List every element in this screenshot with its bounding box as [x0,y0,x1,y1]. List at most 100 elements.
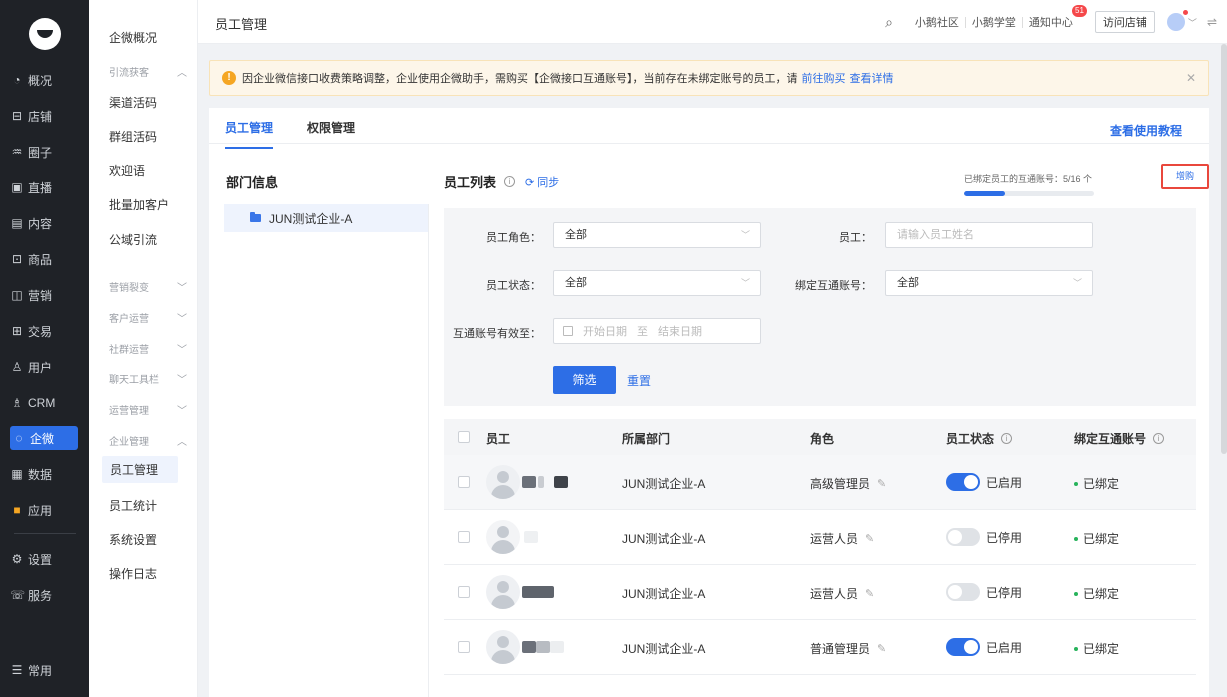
subnav-group-chat-tools[interactable]: 聊天工具栏 ﹀ [109,371,187,386]
date-range-picker[interactable]: 开始日期 至 结束日期 [553,318,761,344]
subnav-group-enterprise-mgmt[interactable]: 企业管理 ︿ [109,433,187,448]
row-checkbox[interactable] [458,641,470,653]
subnav-welcome[interactable]: 欢迎语 [109,162,145,179]
dept-node[interactable]: JUN测试企业-A [224,204,428,232]
buy-more-button[interactable]: 增购 [1161,164,1209,189]
role-text: 运营人员 [810,587,859,601]
nav-item-data[interactable]: ▦ 数据 [10,462,78,486]
status-select[interactable]: 全部 ﹀ [553,270,761,296]
nav-item-store[interactable]: ⊟ 店铺 [10,104,78,128]
edit-icon[interactable]: ✎ [877,642,886,655]
subnav-group-community-ops[interactable]: 社群运营 ﹀ [109,341,187,356]
dept-cell: JUN测试企业-A [622,532,706,546]
subnav-group-traffic[interactable]: 引流获客 ︿ [109,64,187,79]
page-scrollbar[interactable] [1221,44,1227,454]
nav-item-content[interactable]: ▤ 内容 [10,211,78,235]
menu-icon: ☰ [11,663,23,677]
help-tutorial-link[interactable]: 查看使用教程 [1110,122,1182,139]
reset-button[interactable]: 重置 [627,372,651,389]
status-toggle[interactable] [946,473,980,491]
row-checkbox[interactable] [458,586,470,598]
status-toggle[interactable] [946,528,980,546]
nav-item-user[interactable]: ♙ 用户 [10,355,78,379]
subnav-group-code[interactable]: 群组活码 [109,128,157,145]
row-checkbox[interactable] [458,476,470,488]
filter-button[interactable]: 筛选 [553,366,616,394]
edit-icon[interactable]: ✎ [877,477,886,490]
search-icon[interactable]: ⌕ [885,14,893,31]
subnav-group-fission[interactable]: 营销裂变 ﹀ [109,279,187,294]
subnav-group-ops-mgmt[interactable]: 运营管理 ﹀ [109,402,187,417]
subnav-op-log[interactable]: 操作日志 [109,565,157,582]
nav-item-settings[interactable]: ⚙ 设置 [10,547,78,571]
nav-item-apps[interactable]: ■ 应用 [10,498,78,522]
subnav-system-settings[interactable]: 系统设置 [109,531,157,548]
subnav-group-customer-ops[interactable]: 客户运营 ﹀ [109,310,187,325]
nav-item-crm[interactable]: ♗ CRM [10,391,78,415]
notification-center[interactable]: 通知中心 51 [1023,5,1087,30]
visit-store-button[interactable]: 访问店铺 [1094,11,1155,33]
subnav-staff-stats[interactable]: 员工统计 [109,497,157,514]
th-label: 角色 [810,432,835,446]
nav-item-marketing[interactable]: ◫ 营销 [10,283,78,307]
academy-link[interactable]: 小鹅学堂 [966,14,1022,30]
nav-item-goods[interactable]: ⊡ 商品 [10,247,78,271]
status-toggle[interactable] [946,638,980,656]
select-all-checkbox[interactable] [458,431,470,443]
bind-cell: 已绑定 [1074,530,1119,547]
info-icon[interactable]: i [1153,433,1165,444]
table-row[interactable]: JUN测试企业-A 运营人员 ✎ 已停用 已绑定 [444,510,1196,565]
nav-item-live[interactable]: ▣ 直播 [10,175,78,199]
nav-item-overview[interactable]: ◔ 概况 [10,68,78,92]
staff-name-input[interactable]: 请输入员工姓名 [885,222,1093,248]
table-header: 员工 所属部门 角色 员工状态 i 绑定互通账号 i [444,419,1196,455]
subnav-public-traffic[interactable]: 公域引流 [109,231,157,248]
info-icon[interactable]: i [1001,433,1013,444]
table-row[interactable]: JUN测试企业-A 普通管理员 ✎ 已启用 已绑定 [444,620,1196,675]
table-row[interactable]: JUN测试企业-A 运营人员 ✎ 已停用 已绑定 [444,565,1196,620]
blurred-name [522,476,536,488]
notification-label: 通知中心 [1028,17,1073,29]
sub-nav: 企微概况 引流获客 ︿ 渠道活码 群组活码 欢迎语 批量加客户 公域引流 营销裂变… [89,0,198,697]
row-checkbox[interactable] [458,531,470,543]
nav-item-service[interactable]: ☏ 服务 [10,583,78,607]
blurred-name [524,531,538,543]
subnav-batch-add[interactable]: 批量加客户 [109,196,169,213]
chevron-down-icon[interactable]: ﹀ [1188,16,1197,29]
subnav-staff-mgmt[interactable]: 员工管理 [102,456,178,483]
group-label: 客户运营 [109,314,149,325]
edit-icon[interactable]: ✎ [865,587,874,600]
nav-label: 营销 [28,288,53,303]
role-select[interactable]: 全部 ﹀ [553,222,761,248]
edit-icon[interactable]: ✎ [865,532,874,545]
blurred-name [554,476,568,488]
main-nav: ◔ 概况 ⊟ 店铺 ♒ 圈子 ▣ 直播 ▤ 内容 ⊡ 商品 ◫ 营销 ⊞ 交易 ♙ 用户 ♗ CRM… [0,0,89,697]
close-icon[interactable]: ✕ [1186,71,1196,85]
sync-label: 同步 [537,176,560,189]
status-toggle[interactable] [946,583,980,601]
bind-select[interactable]: 全部 ﹀ [885,270,1093,296]
avatar [486,465,520,499]
date-end[interactable]: 结束日期 [658,323,702,339]
avatar [486,630,520,664]
community-link[interactable]: 小鹅社区 [909,14,965,30]
logo[interactable] [29,18,61,50]
subnav-channel-code[interactable]: 渠道活码 [109,94,157,111]
tab-permission-mgmt[interactable]: 权限管理 [307,119,355,136]
date-start[interactable]: 开始日期 [583,323,627,339]
buy-link[interactable]: 前往购买 [802,70,846,86]
info-icon[interactable]: i [504,176,516,187]
avatar[interactable] [1166,10,1188,31]
tab-staff-mgmt[interactable]: 员工管理 [225,119,274,149]
detail-link[interactable]: 查看详情 [850,70,894,86]
table-row[interactable]: JUN测试企业-A 高级管理员 ✎ 已启用 已绑定 [444,455,1196,510]
nav-item-trade[interactable]: ⊞ 交易 [10,319,78,343]
nav-item-wecom[interactable]: ◌ 企微 [10,426,78,450]
switch-icon[interactable]: ⇌ [1207,15,1217,29]
subnav-overview[interactable]: 企微概况 [109,29,157,46]
avatar [486,520,520,554]
sync-button[interactable]: ⟳ 同步 [525,174,559,190]
nav-item-circle[interactable]: ♒ 圈子 [10,140,78,164]
nav-item-common[interactable]: ☰ 常用 [10,658,78,682]
th-label: 绑定互通账号 [1074,432,1147,446]
